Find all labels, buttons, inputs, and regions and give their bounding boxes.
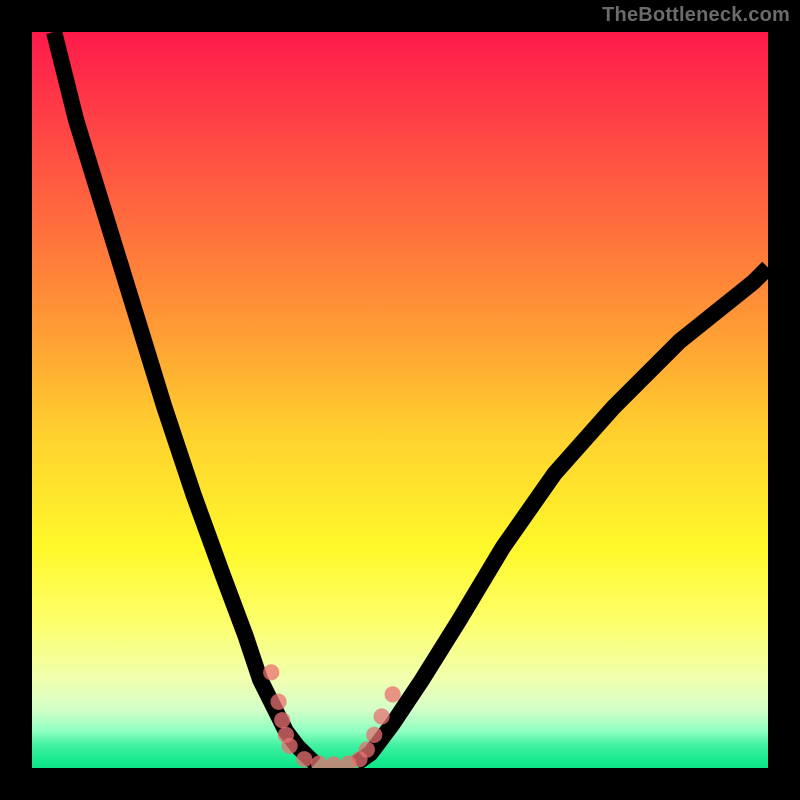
marker-dot (366, 727, 382, 743)
marker-dot (274, 712, 290, 728)
marker-dot (359, 742, 375, 758)
plot-area (32, 32, 768, 768)
watermark-text: TheBottleneck.com (602, 4, 790, 27)
marker-dot (282, 738, 298, 754)
marker-dot (374, 708, 390, 724)
marker-dot (326, 756, 342, 768)
marker-dot (296, 751, 312, 767)
marker-dot (263, 664, 279, 680)
chart-svg (32, 32, 768, 768)
right-curve-path (356, 268, 768, 764)
marker-dot (385, 686, 401, 702)
chart-frame: TheBottleneck.com (0, 0, 800, 800)
marker-dot (270, 694, 286, 710)
left-curve-path (54, 32, 315, 764)
